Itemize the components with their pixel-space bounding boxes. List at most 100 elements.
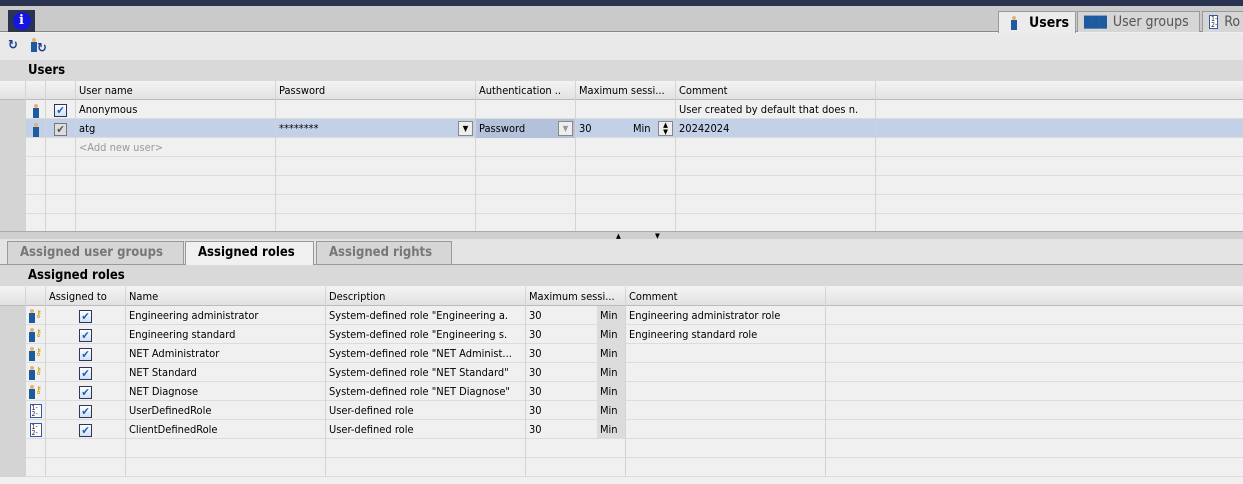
assigned-cell[interactable]: ✔	[46, 325, 126, 344]
session-cell[interactable]: 30 Min ▲ ▼	[576, 119, 676, 138]
password-cell[interactable]	[276, 138, 476, 157]
table-row[interactable]: ⚷ ✔ Engineering administrator System-define…	[0, 306, 1243, 325]
table-row[interactable]: ⚷ ✔ NET Diagnose System-defined role "NET D…	[0, 382, 1243, 401]
assigned-checkbox[interactable]: ✔	[79, 424, 92, 437]
assigned-checkbox[interactable]: ✔	[79, 348, 92, 361]
table-row[interactable]: 1- 2- ✔ ClientDefinedRole User-defined role 3…	[0, 420, 1243, 439]
user-name-cell[interactable]: Anonymous	[76, 100, 276, 119]
user-icon-cell[interactable]	[26, 195, 46, 214]
auth-cell[interactable]	[476, 100, 576, 119]
assigned-cell[interactable]: ✔	[46, 420, 126, 439]
auth-cell[interactable]	[476, 157, 576, 176]
enabled-cell[interactable]	[46, 195, 76, 214]
user-name-cell[interactable]	[76, 157, 276, 176]
assigned-checkbox[interactable]: ✔	[79, 310, 92, 323]
session-cell[interactable]: 30 Min	[526, 325, 626, 344]
spin-button-icon[interactable]: ▲ ▼	[658, 121, 673, 136]
enabled-cell[interactable]: ✔	[46, 119, 76, 138]
user-update-icon[interactable]: ↻	[31, 38, 49, 56]
session-cell[interactable]	[576, 176, 676, 195]
tab-assigned-user-groups[interactable]: Assigned user groups	[7, 241, 184, 264]
assigned-checkbox[interactable]: ✔	[79, 367, 92, 380]
user-name-cell[interactable]	[76, 176, 276, 195]
description-cell[interactable]: System-defined role "Engineering s.	[326, 325, 526, 344]
tab-assigned-roles[interactable]: Assigned roles	[185, 241, 314, 265]
comment-cell[interactable]	[676, 195, 876, 214]
table-row[interactable]: ⚷ ✔ Engineering standard System-defined rol…	[0, 325, 1243, 344]
session-cell[interactable]	[576, 138, 676, 157]
comment-cell[interactable]: Engineering administrator role	[626, 306, 826, 325]
splitter[interactable]: ▲ ▼	[0, 231, 1243, 240]
column-header[interactable]: Authentication ..	[476, 81, 576, 100]
comment-cell[interactable]	[626, 420, 826, 439]
add-new-user-cell[interactable]: <Add new user>	[76, 138, 276, 157]
column-header[interactable]: Maximum sessi...	[526, 287, 626, 306]
auth-cell[interactable]	[476, 176, 576, 195]
auth-cell[interactable]	[476, 138, 576, 157]
enabled-cell[interactable]	[46, 176, 76, 195]
comment-cell[interactable]: User created by default that does n.	[676, 100, 876, 119]
auth-cell[interactable]	[476, 195, 576, 214]
table-row[interactable]: 1- 2- ✔ UserDefinedRole User-defined role 30 M…	[0, 401, 1243, 420]
description-cell[interactable]	[326, 439, 526, 458]
description-cell[interactable]	[326, 458, 526, 477]
assigned-cell[interactable]: ✔	[46, 306, 126, 325]
assigned-cell[interactable]: ✔	[46, 363, 126, 382]
role-name-cell[interactable]: NET Standard	[126, 363, 326, 382]
description-cell[interactable]: User-defined role	[326, 401, 526, 420]
description-cell[interactable]: System-defined role "NET Standard"	[326, 363, 526, 382]
tab-roles[interactable]: 1- 2- Ro	[1202, 11, 1243, 32]
column-header[interactable]: Assigned to	[46, 287, 126, 306]
session-cell[interactable]: 30 Min	[526, 306, 626, 325]
info-button[interactable]: i	[8, 10, 35, 32]
dropdown-arrow-icon[interactable]: ▼	[458, 121, 473, 136]
assigned-cell[interactable]	[46, 439, 126, 458]
assigned-cell[interactable]: ✔	[46, 401, 126, 420]
assigned-cell[interactable]: ✔	[46, 382, 126, 401]
role-name-cell[interactable]	[126, 439, 326, 458]
enabled-cell[interactable]: ✔	[46, 100, 76, 119]
comment-cell[interactable]	[676, 176, 876, 195]
role-name-cell[interactable]: ClientDefinedRole	[126, 420, 326, 439]
table-row[interactable]: ✔ atg ******** ▼ Password ▼ 30 Min ▲ ▼ 20242024	[0, 119, 1243, 138]
comment-cell[interactable]	[626, 344, 826, 363]
comment-cell[interactable]	[626, 439, 826, 458]
session-cell[interactable]: 30 Min	[526, 420, 626, 439]
user-icon-cell[interactable]	[26, 176, 46, 195]
column-header[interactable]: Description	[326, 287, 526, 306]
description-cell[interactable]: System-defined role "NET Administ...	[326, 344, 526, 363]
column-header[interactable]: Comment	[676, 81, 876, 100]
table-row[interactable]: <Add new user>	[0, 138, 1243, 157]
assigned-checkbox[interactable]: ✔	[79, 329, 92, 342]
column-header[interactable]: Password	[276, 81, 476, 100]
column-header[interactable]: Name	[126, 287, 326, 306]
tab-users[interactable]: Users	[998, 11, 1076, 33]
password-cell[interactable]: ******** ▼	[276, 119, 476, 138]
column-header[interactable]	[26, 81, 46, 100]
comment-cell[interactable]: 20242024	[676, 119, 876, 138]
auth-cell[interactable]: Password ▼	[476, 119, 576, 138]
column-header[interactable]: Comment	[626, 287, 826, 306]
comment-cell[interactable]	[626, 401, 826, 420]
user-name-cell[interactable]	[76, 195, 276, 214]
column-header[interactable]	[26, 287, 46, 306]
user-icon-cell[interactable]	[26, 119, 46, 138]
tab-user-groups[interactable]: ███ User groups	[1077, 11, 1200, 32]
role-name-cell[interactable]: NET Administrator	[126, 344, 326, 363]
assigned-cell[interactable]	[46, 458, 126, 477]
role-name-cell[interactable]: Engineering administrator	[126, 306, 326, 325]
user-icon-cell[interactable]	[26, 100, 46, 119]
comment-cell[interactable]	[626, 363, 826, 382]
table-row[interactable]: ⚷ ✔ NET Administrator System-defined role "…	[0, 344, 1243, 363]
table-row[interactable]: ⚷ ✔ NET Standard System-defined role "NET S…	[0, 363, 1243, 382]
password-cell[interactable]	[276, 100, 476, 119]
role-name-cell[interactable]: Engineering standard	[126, 325, 326, 344]
password-cell[interactable]	[276, 157, 476, 176]
assigned-cell[interactable]: ✔	[46, 344, 126, 363]
user-name-cell[interactable]: atg	[76, 119, 276, 138]
table-row[interactable]: ✔ Anonymous User created by default that d…	[0, 100, 1243, 119]
session-cell[interactable]	[526, 439, 626, 458]
role-name-cell[interactable]	[126, 458, 326, 477]
enabled-checkbox[interactable]: ✔	[54, 123, 67, 136]
comment-cell[interactable]: Engineering standard role	[626, 325, 826, 344]
